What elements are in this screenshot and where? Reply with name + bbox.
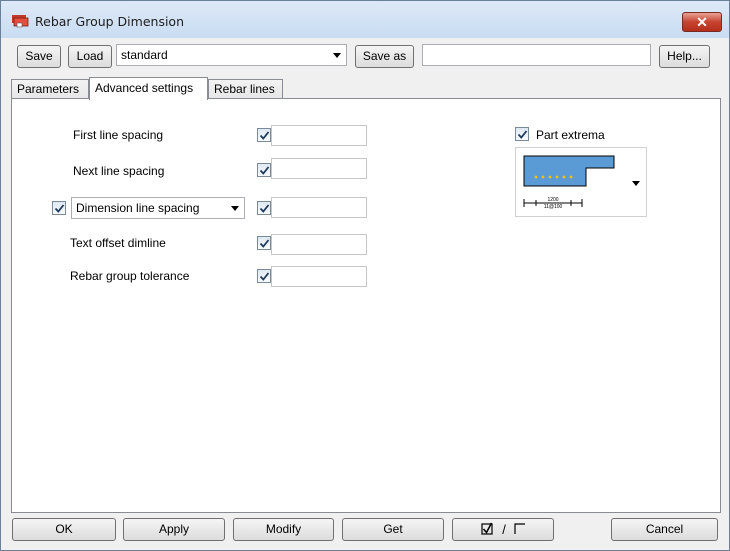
close-button[interactable]: ✕ [682,12,722,32]
checkbox-toggle-icon: / [481,522,525,537]
apply-button[interactable]: Apply [123,518,225,541]
toggle-all-checkboxes-button[interactable]: / [452,518,554,541]
preview-dim-bottom: 11@100 [544,204,563,210]
save-as-input[interactable] [422,44,651,66]
preview-dim-top: 1200 [547,197,558,203]
preset-value: standard [121,48,168,62]
tab-rebar-lines[interactable]: Rebar lines [208,79,283,99]
modify-button[interactable]: Modify [233,518,334,541]
next-line-spacing-field[interactable] [271,158,367,179]
tab-advanced-settings[interactable]: Advanced settings [89,77,208,100]
window-title: Rebar Group Dimension [35,14,184,29]
load-button[interactable]: Load [68,45,112,68]
first-line-spacing-label: First line spacing [73,128,164,142]
next-line-spacing-label: Next line spacing [73,164,165,178]
first-line-spacing-field[interactable] [271,125,367,146]
text-offset-dimline-field[interactable] [271,234,367,255]
checkmark-icon [259,272,270,281]
rebar-group-tolerance-checkbox[interactable] [257,269,271,283]
tab-parameters[interactable]: Parameters [11,79,89,99]
save-button[interactable]: Save [17,45,61,68]
dimension-line-spacing-checkbox[interactable] [257,201,271,215]
chevron-down-icon [333,53,341,58]
part-extrema-preview-select[interactable]: 1200 11@100 [515,147,647,217]
rebar-dimension-preview-image: 1200 11@100 [523,155,640,210]
first-line-spacing-checkbox[interactable] [257,128,271,142]
checkmark-icon [54,204,65,213]
title-bar: Rebar Group Dimension ✕ [1,1,729,38]
dimension-line-spacing-enable-checkbox[interactable] [52,201,66,215]
part-extrema-label: Part extrema [536,128,605,142]
text-offset-dimline-checkbox[interactable] [257,236,271,250]
checkmark-icon [517,130,528,139]
ok-button[interactable]: OK [12,518,116,541]
rebar-group-tolerance-field[interactable] [271,266,367,287]
cancel-button[interactable]: Cancel [611,518,718,541]
text-offset-dimline-label: Text offset dimline [70,236,166,250]
checkmark-icon [259,131,270,140]
dimension-line-spacing-value: Dimension line spacing [76,201,200,215]
rebar-group-tolerance-label: Rebar group tolerance [70,269,190,283]
chevron-down-icon [632,181,640,186]
part-extrema-checkbox[interactable] [515,127,529,141]
next-line-spacing-checkbox[interactable] [257,163,271,177]
dimension-line-spacing-select[interactable]: Dimension line spacing [71,197,245,219]
save-as-button[interactable]: Save as [355,45,414,68]
get-button[interactable]: Get [342,518,444,541]
close-icon: ✕ [696,14,708,30]
app-icon [12,15,29,28]
toggle-separator: / [502,522,506,537]
checkmark-icon [259,204,270,213]
dimension-line-spacing-field[interactable] [271,197,367,218]
dialog-window: Rebar Group Dimension ✕ Save Load standa… [0,0,730,551]
chevron-down-icon [231,206,239,211]
checkmark-icon [259,239,270,248]
help-button[interactable]: Help... [659,45,710,68]
checkmark-icon [259,166,270,175]
preset-select[interactable]: standard [116,44,347,66]
